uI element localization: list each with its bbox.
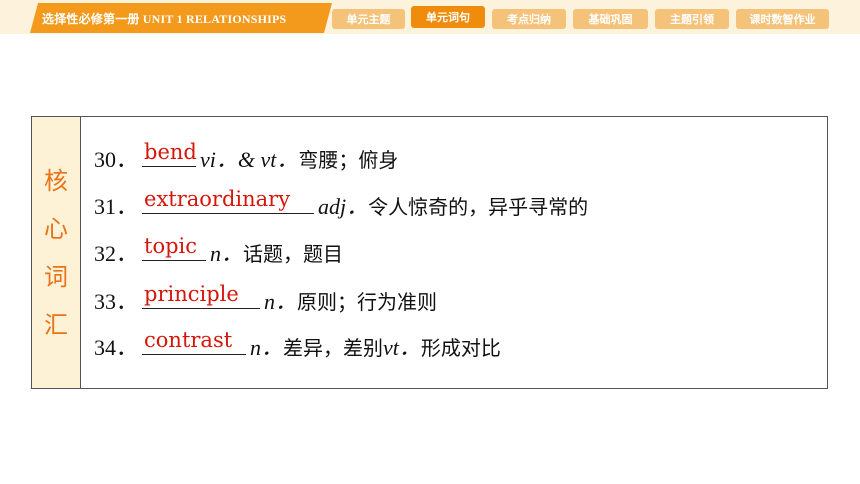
tab-key-points[interactable]: 考点归纳: [492, 9, 566, 29]
sidebar-char: 核: [44, 166, 68, 195]
item-number: 32．: [94, 241, 139, 266]
tab-basic-practice[interactable]: 基础巩固: [573, 9, 648, 29]
part-of-speech: n．: [264, 289, 298, 314]
answer-blank: contrast: [142, 328, 247, 355]
meaning: 话题，题目: [243, 242, 344, 266]
core-vocab-sidebar: 核 心 词 汇: [32, 117, 81, 388]
tab-unit-vocab[interactable]: 单元词句: [411, 6, 485, 28]
sidebar-char: 词: [44, 262, 68, 291]
item-number: 30．: [94, 147, 139, 172]
vocab-item-32: 32． topic n．话题，题目: [94, 234, 344, 268]
tab-unit-theme[interactable]: 单元主题: [332, 9, 405, 29]
vocab-item-34: 34． contrast n．差异，差别vt．形成对比: [94, 328, 501, 362]
meaning: 形成对比: [420, 336, 501, 360]
top-nav-bar: 选择性必修第一册 UNIT 1 RELATIONSHIPS 单元主题 单元词句 …: [0, 0, 860, 34]
meaning: 原则；行为准则: [297, 290, 438, 314]
part-of-speech: vt．: [383, 335, 421, 360]
section-tabs: 单元主题 单元词句 考点归纳 基础巩固 主题引领 课时数智作业: [0, 6, 860, 31]
answer-blank: extraordinary: [142, 187, 315, 214]
meaning: 弯腰；俯身: [298, 148, 399, 172]
part-of-speech: adj．: [318, 194, 369, 219]
answer-text: topic: [144, 234, 198, 258]
answer-text: bend: [144, 140, 197, 164]
vocab-item-31: 31． extraordinary adj．令人惊奇的，异乎寻常的: [94, 187, 589, 221]
answer-text: principle: [144, 282, 239, 306]
part-of-speech: n．: [210, 241, 244, 266]
tab-theme-lead[interactable]: 主题引领: [655, 9, 729, 29]
answer-blank: bend: [142, 140, 197, 167]
item-number: 34．: [94, 335, 139, 360]
sidebar-char: 心: [44, 214, 68, 243]
meaning: 差异，差别: [283, 336, 384, 360]
answer-blank: topic: [142, 234, 207, 261]
sidebar-char: 汇: [44, 310, 68, 339]
part-of-speech: n．: [250, 335, 284, 360]
vocab-item-33: 33． principle n．原则；行为准则: [94, 282, 438, 316]
answer-blank: principle: [142, 282, 261, 309]
answer-text: contrast: [144, 328, 233, 352]
item-number: 33．: [94, 289, 139, 314]
part-of-speech: vi．& vt．: [200, 147, 299, 172]
tab-homework[interactable]: 课时数智作业: [736, 9, 829, 29]
meaning: 令人惊奇的，异乎寻常的: [368, 195, 589, 219]
vocab-item-30: 30． bend vi．& vt．弯腰；俯身: [94, 140, 399, 174]
answer-text: extraordinary: [144, 187, 291, 211]
item-number: 31．: [94, 194, 139, 219]
